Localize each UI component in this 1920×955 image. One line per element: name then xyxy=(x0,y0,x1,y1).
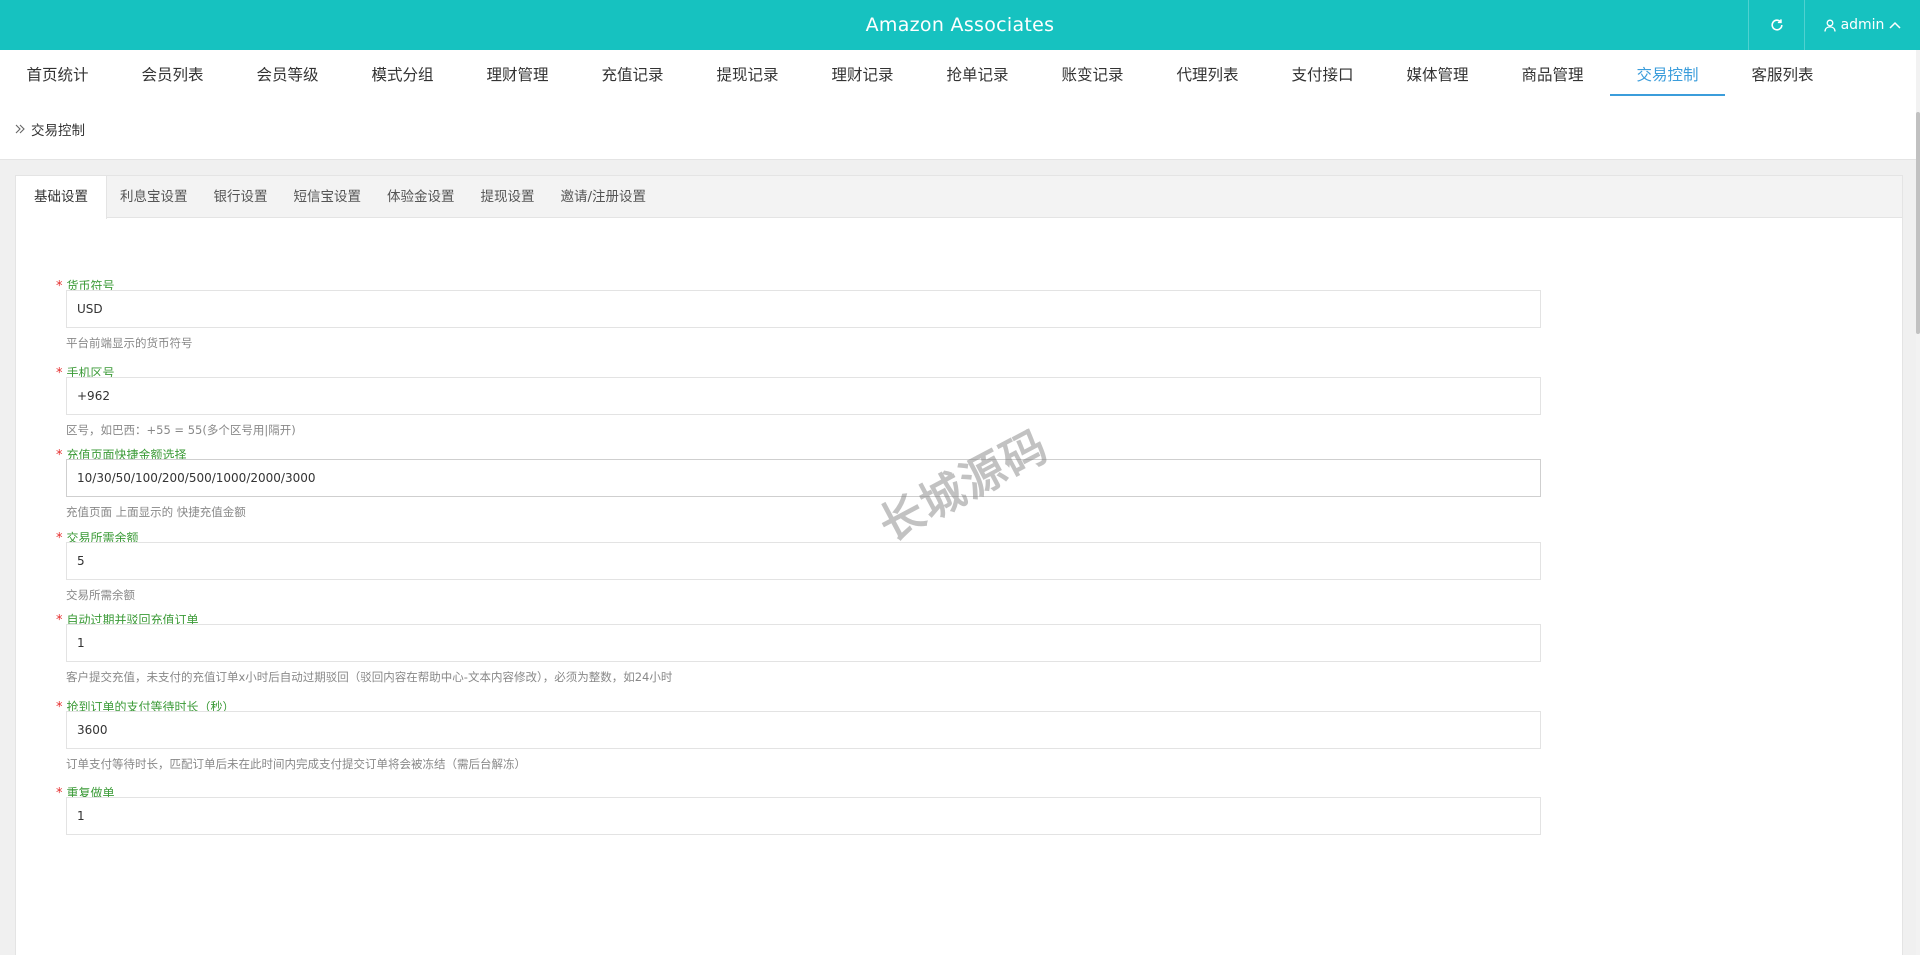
required-mark: * xyxy=(56,531,63,546)
app-title: Amazon Associates xyxy=(865,14,1055,36)
nav-item[interactable]: 充值记录 xyxy=(575,50,690,98)
page-scrollbar[interactable] xyxy=(1916,50,1920,955)
nav-item[interactable]: 账变记录 xyxy=(1035,50,1150,98)
user-menu[interactable]: admin xyxy=(1804,0,1920,50)
nav-item[interactable]: 理财记录 xyxy=(805,50,920,98)
scrollbar-thumb[interactable] xyxy=(1916,112,1920,334)
field-input[interactable] xyxy=(66,459,1541,497)
settings-tab[interactable]: 短信宝设置 xyxy=(281,176,375,218)
field-help: 交易所需余额 xyxy=(66,588,135,602)
field-help: 客户提交充值，未支付的充值订单x小时后自动过期驳回（驳回内容在帮助中心-文本内容… xyxy=(66,670,673,684)
field-input[interactable] xyxy=(66,290,1541,328)
nav-item[interactable]: 商品管理 xyxy=(1495,50,1610,98)
required-mark: * xyxy=(56,613,63,628)
settings-tab[interactable]: 体验金设置 xyxy=(374,176,468,218)
field-input[interactable] xyxy=(66,624,1541,662)
username: admin xyxy=(1840,17,1885,33)
nav-item[interactable]: 抢单记录 xyxy=(920,50,1035,98)
field-input[interactable] xyxy=(66,377,1541,415)
double-chevron-right-icon xyxy=(14,123,26,135)
nav-item[interactable]: 首页统计 xyxy=(0,50,115,98)
top-bar: Amazon Associates admin xyxy=(0,0,1920,50)
nav-item[interactable]: 理财管理 xyxy=(460,50,575,98)
settings-tab[interactable]: 利息宝设置 xyxy=(107,176,201,218)
field-help: 订单支付等待时长，匹配订单后未在此时间内完成支付提交订单将会被冻结（需后台解冻） xyxy=(66,757,526,771)
nav-item[interactable]: 客服列表 xyxy=(1725,50,1840,98)
required-mark: * xyxy=(56,366,63,381)
field-help: 充值页面 上面显示的 快捷充值金额 xyxy=(66,505,246,519)
header-actions: admin xyxy=(1748,0,1920,50)
nav-item[interactable]: 模式分组 xyxy=(345,50,460,98)
nav-item[interactable]: 提现记录 xyxy=(690,50,805,98)
breadcrumb-label: 交易控制 xyxy=(31,122,85,139)
field-help: 区号，如巴西：+55 = 55(多个区号用|隔开) xyxy=(66,423,296,437)
settings-tab[interactable]: 基础设置 xyxy=(16,176,107,219)
refresh-button[interactable] xyxy=(1748,0,1804,50)
field-input[interactable] xyxy=(66,542,1541,580)
nav-item[interactable]: 会员等级 xyxy=(230,50,345,98)
nav-item[interactable]: 会员列表 xyxy=(115,50,230,98)
field-input[interactable] xyxy=(66,797,1541,835)
user-icon xyxy=(1823,19,1836,32)
chevron-up-icon xyxy=(1889,21,1901,29)
nav-item[interactable]: 支付接口 xyxy=(1265,50,1380,98)
required-mark: * xyxy=(56,448,63,463)
nav-item[interactable]: 交易控制 xyxy=(1610,50,1725,98)
required-mark: * xyxy=(56,700,63,715)
field-help: 平台前端显示的货币符号 xyxy=(66,336,193,350)
nav-item[interactable]: 媒体管理 xyxy=(1380,50,1495,98)
breadcrumb: 交易控制 xyxy=(0,98,1916,160)
nav-item[interactable]: 代理列表 xyxy=(1150,50,1265,98)
field-input[interactable] xyxy=(66,711,1541,749)
settings-tabs: 基础设置 利息宝设置 银行设置 短信宝设置 体验金设置 提现设置 邀请/注册设置 xyxy=(16,176,1902,219)
required-mark: * xyxy=(56,279,63,294)
settings-panel: 基础设置 利息宝设置 银行设置 短信宝设置 体验金设置 提现设置 邀请/注册设置 * 货币符号… xyxy=(15,175,1903,955)
required-mark: * xyxy=(56,786,63,801)
refresh-icon xyxy=(1770,18,1784,32)
settings-tab[interactable]: 银行设置 xyxy=(201,176,281,218)
main-nav: 首页统计 会员列表 会员等级 模式分组 理财管理 充值记录 提现记录 理财记录 抢单记录 账变记录… xyxy=(0,50,1916,98)
settings-tab[interactable]: 邀请/注册设置 xyxy=(548,176,660,218)
settings-tab[interactable]: 提现设置 xyxy=(468,176,548,218)
